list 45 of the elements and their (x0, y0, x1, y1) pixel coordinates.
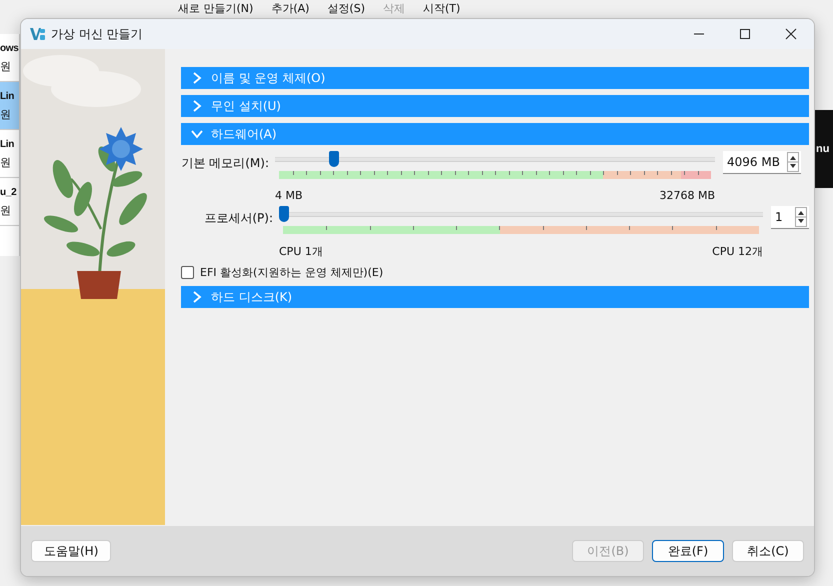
vm-name: Lin (0, 138, 16, 152)
help-button[interactable]: 도움말(H) (31, 540, 112, 562)
spin-box[interactable]: 4096 MB (723, 151, 801, 174)
section-title: 무인 설치(U) (211, 98, 281, 114)
vm-list-item[interactable]: Lin 원 (0, 82, 19, 130)
section-title: 하드웨어(A) (211, 126, 277, 142)
app-logo-icon (29, 26, 45, 42)
chevron-right-icon (191, 291, 203, 303)
vm-name: u_2 (0, 186, 18, 200)
toolbar-button[interactable]: 시작(T) (423, 2, 460, 16)
max-label: CPU 12개 (712, 244, 763, 259)
spin-arrows-icon (795, 207, 807, 227)
maximize-icon (739, 28, 751, 40)
vm-name: Lin (0, 90, 16, 104)
preview-text: nu (815, 143, 830, 155)
vm-state: 원 (0, 108, 12, 123)
toolbar-button[interactable]: 새로 만들기(N) (178, 2, 254, 16)
max-label: 32768 MB (659, 189, 715, 202)
chevron-right-icon (191, 72, 203, 84)
slider-label: 기본 메모리(M): (181, 155, 270, 172)
vm-list-item[interactable]: Lin 원 (0, 130, 19, 178)
close-icon (785, 28, 797, 40)
checkbox[interactable] (181, 266, 194, 279)
chevron-right-icon (191, 100, 203, 112)
section-title: 이름 및 운영 체제(O) (211, 70, 326, 86)
vm-list-item[interactable]: u_2 원 (0, 178, 19, 226)
toolbar-button[interactable]: 추가(A) (271, 2, 310, 16)
spin-arrows-icon (787, 152, 799, 172)
min-label: CPU 1개 (279, 244, 323, 259)
slider-thumb[interactable] (279, 206, 289, 222)
dialog-button[interactable]: 취소(C) (732, 540, 804, 562)
vm-name: ows (0, 42, 19, 56)
dialog-button[interactable]: 완료(F) (652, 540, 724, 562)
vm-state: 원 (0, 204, 12, 219)
slider-label: 프로세서(P): (203, 210, 274, 227)
window-title: 가상 머신 만들기 (51, 26, 143, 42)
slider-thumb[interactable] (328, 151, 339, 167)
spin-box[interactable]: 1 (771, 206, 809, 229)
vm-state: 원 (0, 156, 12, 171)
checkbox-label: EFI 활성화(지원하는 운영 체제만)(E) (200, 265, 384, 280)
toolbar-button[interactable]: 설정(S) (327, 2, 365, 16)
min-label: 4 MB (275, 189, 303, 202)
chevron-down-icon (191, 128, 203, 140)
section-title: 하드 디스크(K) (211, 288, 292, 306)
vm-state: 원 (0, 60, 12, 75)
